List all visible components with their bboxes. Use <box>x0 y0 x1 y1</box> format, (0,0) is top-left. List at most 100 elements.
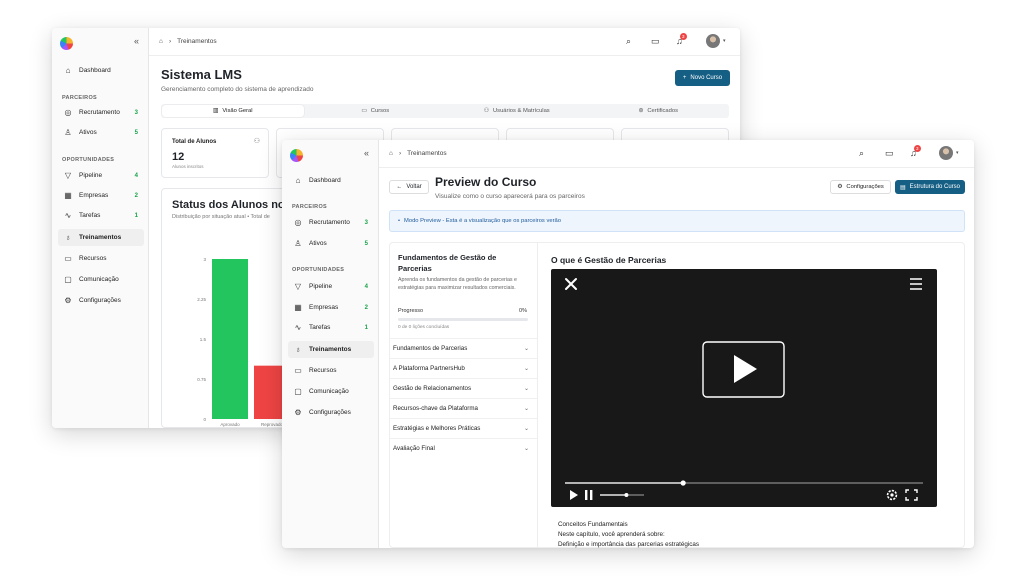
avatar[interactable] <box>706 34 720 48</box>
play-icon[interactable] <box>570 490 578 500</box>
tab-cursos[interactable]: ▭ Cursos <box>305 104 447 118</box>
bar-aprovado[interactable] <box>212 259 248 419</box>
sidebar-item-empresas[interactable]: ▦ Empresas 2 <box>288 299 374 316</box>
sidebar-item-comunicacao[interactable]: ▢ Comunicação <box>288 383 374 400</box>
back-label: Voltar <box>406 184 422 190</box>
close-icon[interactable] <box>565 278 577 290</box>
stat-note: Alunos inscritos <box>172 164 204 169</box>
y-tick-label: 2.25 <box>197 297 206 302</box>
tab-visao-geral[interactable]: ▥ Visão Geral <box>162 105 304 117</box>
lesson-text: Conceitos Fundamentais Neste capítulo, v… <box>558 520 699 548</box>
sidebar-item-configuracoes[interactable]: ⚙ Configurações <box>58 292 144 309</box>
count-badge: 4 <box>134 172 138 179</box>
sidebar-item-recursos[interactable]: ▭ Recursos <box>58 250 144 267</box>
sidebar-item-treinamentos[interactable]: ♁ Treinamentos <box>58 229 144 246</box>
bell-icon[interactable]: ♫ 3 <box>676 33 687 46</box>
module-item[interactable]: Fundamentos de Parcerias ⌄ <box>390 338 537 358</box>
sidebar-item-label: Tarefas <box>79 212 101 219</box>
section-label-oportunidades: OPORTUNIDADES <box>292 267 345 273</box>
sidebar-item-label: Empresas <box>309 304 339 311</box>
y-tick-label: 0 <box>203 417 206 422</box>
sidebar-item-label: Configurações <box>309 409 351 416</box>
collapse-sidebar-icon[interactable]: « <box>364 148 369 158</box>
new-course-label: Novo Curso <box>690 75 723 81</box>
structure-label: Estrutura do Curso <box>909 184 961 190</box>
section-label-parceiros: PARCEIROS <box>62 95 97 101</box>
new-course-button[interactable]: + Novo Curso <box>675 70 730 86</box>
chevron-down-icon[interactable]: ▾ <box>723 38 726 44</box>
tab-usuarios[interactable]: ⚇ Usuários & Matrículas <box>446 104 588 118</box>
tab-label: Usuários & Matrículas <box>493 108 550 114</box>
module-item[interactable]: A Plataforma PartnersHub ⌄ <box>390 358 537 378</box>
progress-bar <box>398 318 528 321</box>
collapse-sidebar-icon[interactable]: « <box>134 36 139 46</box>
module-item[interactable]: Avaliação Final ⌄ <box>390 438 537 458</box>
sidebar-item-recursos[interactable]: ▭ Recursos <box>288 362 374 379</box>
sidebar-item-recrutamento[interactable]: ◎ Recrutamento 3 <box>288 214 374 231</box>
chevron-down-icon: ⌄ <box>523 346 529 352</box>
banner-text: Modo Preview - Esta é a visualização que… <box>404 218 561 224</box>
progress-percent: 0% <box>519 308 527 314</box>
users-icon: ⚇ <box>253 138 260 145</box>
settings-icon[interactable] <box>886 489 898 501</box>
fullscreen-icon[interactable] <box>905 489 918 501</box>
certificate-icon: ⊛ <box>638 108 644 114</box>
course-title: Fundamentos de Gestão de Parcerias <box>398 253 497 273</box>
sidebar-item-configuracoes[interactable]: ⚙ Configurações <box>288 404 374 421</box>
lesson-text-line: Conceitos Fundamentais <box>558 521 628 528</box>
sidebar-item-recrutamento[interactable]: ◎ Recrutamento 3 <box>58 104 144 121</box>
chat-icon[interactable]: ▭ <box>885 148 894 159</box>
target-icon: ◎ <box>64 108 72 117</box>
gear-icon: ⚙ <box>64 296 72 305</box>
stat-value: 12 <box>172 151 185 163</box>
tab-certificados[interactable]: ⊛ Certificados <box>588 104 730 118</box>
count-badge: 1 <box>364 324 368 331</box>
search-icon[interactable]: ⌕ <box>859 148 864 159</box>
chevron-down-icon: ⌄ <box>523 406 529 412</box>
sidebar-item-dashboard[interactable]: ⌂ Dashboard <box>288 172 374 189</box>
big-play-button[interactable] <box>702 341 785 398</box>
module-label: Recursos-chave da Plataforma <box>393 405 478 412</box>
sidebar-item-label: Dashboard <box>309 177 341 184</box>
status-bar-chart: 0 0.75 1.5 2.25 3 Aprovado Reprovado <box>197 257 290 427</box>
home-icon[interactable]: ⌂ <box>159 38 163 45</box>
back-button[interactable]: ← Voltar <box>389 180 429 194</box>
sidebar-item-label: Recrutamento <box>79 109 120 116</box>
volume-handle[interactable] <box>624 493 629 497</box>
sidebar-item-pipeline[interactable]: ▽ Pipeline 4 <box>288 278 374 295</box>
sidebar-item-ativos[interactable]: ♙ Ativos 5 <box>288 235 374 252</box>
sidebar-item-comunicacao[interactable]: ▢ Comunicação <box>58 271 144 288</box>
filter-icon: ▽ <box>64 171 72 180</box>
info-dot-icon: • <box>398 218 401 224</box>
home-icon: ⌂ <box>295 176 301 185</box>
search-icon[interactable]: ⌕ <box>626 36 631 47</box>
sidebar-item-tarefas[interactable]: ∿ Tarefas 1 <box>288 319 374 336</box>
seek-handle[interactable] <box>680 480 686 486</box>
module-item[interactable]: Estratégias e Melhores Práticas ⌄ <box>390 418 537 438</box>
home-icon[interactable]: ⌂ <box>389 150 393 157</box>
video-player[interactable] <box>551 269 937 507</box>
award-icon: ♁ <box>295 345 301 354</box>
app-logo <box>60 37 73 50</box>
preview-content: Fundamentos de Gestão de Parcerias Apren… <box>389 242 965 548</box>
pause-icon[interactable] <box>585 490 593 500</box>
sidebar-item-tarefas[interactable]: ∿ Tarefas 1 <box>58 207 144 224</box>
sidebar-item-ativos[interactable]: ♙ Ativos 5 <box>58 124 144 141</box>
avatar[interactable] <box>939 146 953 160</box>
bell-icon[interactable]: ♫ 3 <box>910 145 921 158</box>
topbar: ⌂ › Treinamentos ⌕ ▭ ♫ 3 ▾ <box>379 140 974 168</box>
sidebar-item-treinamentos[interactable]: ♁ Treinamentos <box>288 341 374 358</box>
sidebar-item-pipeline[interactable]: ▽ Pipeline 4 <box>58 167 144 184</box>
chevron-down-icon[interactable]: ▾ <box>956 150 959 156</box>
folder-icon: ▭ <box>64 254 72 263</box>
sidebar-item-empresas[interactable]: ▦ Empresas 2 <box>58 187 144 204</box>
menu-icon[interactable] <box>910 278 922 290</box>
module-item[interactable]: Recursos-chave da Plataforma ⌄ <box>390 398 537 418</box>
x-tick-label: Reprovado <box>261 422 284 427</box>
course-structure-button[interactable]: ▤ Estrutura do Curso <box>895 180 965 194</box>
chat-icon[interactable]: ▭ <box>651 36 660 47</box>
sidebar-item-dashboard[interactable]: ⌂ Dashboard <box>58 62 144 79</box>
config-button[interactable]: ⚙ Configurações <box>830 180 891 194</box>
module-item[interactable]: Gestão de Relacionamentos ⌄ <box>390 378 537 398</box>
target-icon: ◎ <box>294 218 302 227</box>
